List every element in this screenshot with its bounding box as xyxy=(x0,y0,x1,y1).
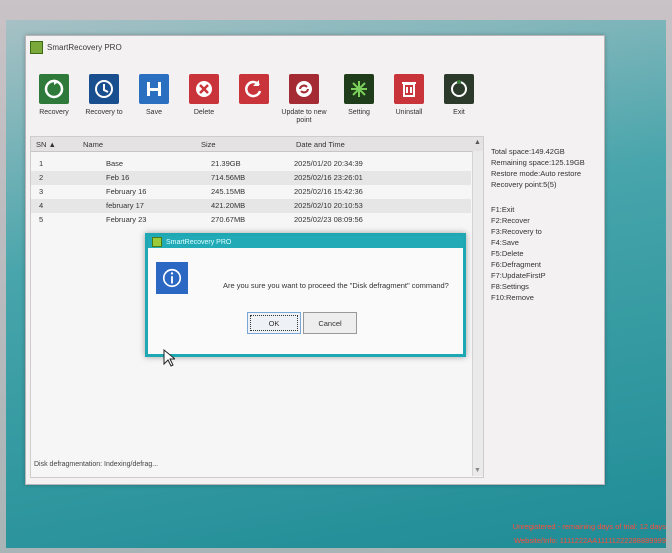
row-size: 245.15MB xyxy=(211,187,246,196)
setting-icon xyxy=(344,74,374,104)
ok-button[interactable]: OK xyxy=(247,312,301,334)
uninstall-label: Uninstall xyxy=(395,109,423,116)
column-header-date[interactable]: Date and Time xyxy=(296,140,345,149)
recovery-icon xyxy=(39,74,69,104)
row-name: February 16 xyxy=(106,187,147,196)
shortcut-item: F4:Save xyxy=(491,238,519,247)
vertical-scrollbar[interactable]: ▲ ▼ xyxy=(472,139,483,476)
row-name: Base xyxy=(106,159,124,168)
row-size: 714.56MB xyxy=(211,173,246,182)
restore-icon xyxy=(239,74,269,104)
exit-icon xyxy=(444,74,474,104)
shortcut-item: F2:Recover xyxy=(491,216,530,225)
shortcut-item: F1:Exit xyxy=(491,205,515,214)
scroll-down-icon[interactable]: ▼ xyxy=(474,467,481,474)
update-button[interactable]: Update to new point xyxy=(280,74,328,125)
mouse-cursor-icon xyxy=(163,348,177,372)
table-row[interactable]: 4 february 17 421.20MB 2025/02/10 20:10:… xyxy=(31,199,471,213)
row-date: 2025/01/20 20:34:39 xyxy=(294,159,363,168)
recovery-to-icon xyxy=(89,74,119,104)
row-date: 2025/02/16 15:42:36 xyxy=(294,187,363,196)
column-header-size[interactable]: Size xyxy=(201,140,216,149)
save-button[interactable]: Save xyxy=(130,74,178,117)
dialog-title-bar[interactable]: SmartRecovery PRO xyxy=(148,236,463,248)
delete-label: Delete xyxy=(193,109,215,116)
list-header: SN ▲ Name Size Date and Time xyxy=(31,137,483,152)
row-name: Feb 16 xyxy=(106,173,130,182)
delete-button[interactable]: Delete xyxy=(180,74,228,117)
row-date: 2025/02/23 08:09:56 xyxy=(294,215,363,224)
total-space: Total space:149.42GB xyxy=(491,147,565,156)
row-name: February 23 xyxy=(106,215,147,224)
info-icon xyxy=(156,262,188,294)
save-label: Save xyxy=(146,109,162,116)
row-date: 2025/02/16 23:26:01 xyxy=(294,173,363,182)
shortcut-item: F10:Remove xyxy=(491,293,534,302)
scroll-up-icon[interactable]: ▲ xyxy=(474,139,481,146)
cancel-button[interactable]: Cancel xyxy=(303,312,357,334)
update-icon xyxy=(289,74,319,104)
recovery-point-count: Recovery point:5(5) xyxy=(491,180,557,189)
shortcut-item: F8:Settings xyxy=(491,282,529,291)
row-sn: 2 xyxy=(39,173,44,182)
uninstall-button[interactable]: Uninstall xyxy=(385,74,433,117)
dialog-title: SmartRecovery PRO xyxy=(166,238,232,246)
dialog-message: Are you sure you want to proceed the "Di… xyxy=(223,281,449,290)
row-sn: 4 xyxy=(39,201,44,210)
shortcut-item: F7:UpdateFirstP xyxy=(491,271,546,280)
row-name: february 17 xyxy=(106,201,144,210)
save-icon xyxy=(139,74,169,104)
column-header-name[interactable]: Name xyxy=(83,140,103,149)
recovery-label: Recovery xyxy=(39,109,69,116)
toolbar: Recovery Recovery to Save Delete Update … xyxy=(30,74,490,126)
setting-label: Setting xyxy=(348,109,370,116)
confirm-dialog: SmartRecovery PRO Are you sure you want … xyxy=(145,233,466,357)
shortcut-item: F3:Recovery to xyxy=(491,227,542,236)
exit-button[interactable]: Exit xyxy=(435,74,483,117)
recovery-to-label: Recovery to xyxy=(85,109,123,116)
window-title: SmartRecovery PRO xyxy=(47,42,122,52)
status-text: Disk defragmentation: Indexing/defrag... xyxy=(34,461,159,468)
update-label: Update to new point xyxy=(281,109,327,124)
restore-button[interactable] xyxy=(230,74,278,109)
website-info: Website/Info: 1111222AA11111222288889999 xyxy=(514,536,666,545)
app-icon xyxy=(30,40,43,54)
title-bar: SmartRecovery PRO xyxy=(26,36,604,58)
exit-label: Exit xyxy=(453,109,465,116)
delete-icon xyxy=(189,74,219,104)
column-header-sn[interactable]: SN ▲ xyxy=(36,140,56,149)
row-sn: 3 xyxy=(39,187,44,196)
dialog-body: Are you sure you want to proceed the "Di… xyxy=(148,248,463,354)
row-date: 2025/02/10 20:10:53 xyxy=(294,201,363,210)
row-sn: 1 xyxy=(39,159,44,168)
trial-notice: Unregistered - remaining days of trial: … xyxy=(512,522,666,531)
shortcut-item: F5:Delete xyxy=(491,249,524,258)
table-row[interactable]: 5 February 23 270.67MB 2025/02/23 08:09:… xyxy=(31,213,471,227)
recovery-to-button[interactable]: Recovery to xyxy=(80,74,128,117)
row-size: 21.39GB xyxy=(211,159,241,168)
table-row[interactable]: 1 Base 21.39GB 2025/01/20 20:34:39 xyxy=(31,157,471,171)
table-row[interactable]: 2 Feb 16 714.56MB 2025/02/16 23:26:01 xyxy=(31,171,471,185)
dialog-app-icon xyxy=(152,237,162,247)
restore-mode: Restore mode:Auto restore xyxy=(491,169,582,178)
row-size: 270.67MB xyxy=(211,215,246,224)
remaining-space: Remaining space:125.19GB xyxy=(491,158,585,167)
table-row[interactable]: 3 February 16 245.15MB 2025/02/16 15:42:… xyxy=(31,185,471,199)
recovery-button[interactable]: Recovery xyxy=(30,74,78,117)
uninstall-icon xyxy=(394,74,424,104)
row-size: 421.20MB xyxy=(211,201,246,210)
row-sn: 5 xyxy=(39,215,44,224)
info-panel: Total space:149.42GB Remaining space:125… xyxy=(491,146,601,303)
setting-button[interactable]: Setting xyxy=(335,74,383,117)
shortcut-item: F6:Defragment xyxy=(491,260,542,269)
